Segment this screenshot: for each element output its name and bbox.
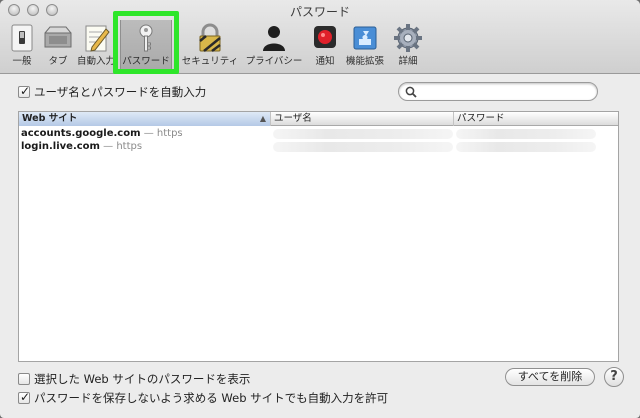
show-passwords-label: 選択した Web サイトのパスワードを表示 bbox=[34, 372, 251, 386]
remove-all-button[interactable]: すべてを削除 bbox=[505, 368, 595, 386]
puzzle-piece-icon bbox=[353, 26, 377, 50]
table-row[interactable]: accounts.google.com — https bbox=[19, 127, 618, 140]
person-silhouette-icon bbox=[263, 26, 285, 51]
website-cell: login.live.com — https bbox=[21, 141, 143, 152]
search-input[interactable] bbox=[419, 84, 589, 99]
allow-autofill-checkbox[interactable] bbox=[18, 390, 30, 404]
allow-autofill-label: パスワードを保存しないよう求める Web サイトでも自動入力を許可 bbox=[34, 391, 389, 405]
toolbar-label: パスワード bbox=[122, 56, 170, 67]
autofill-usernames-option[interactable]: ユーザ名とパスワードを自動入力 bbox=[18, 84, 206, 100]
toolbar-label: セキュリティ bbox=[181, 56, 239, 67]
record-dot-icon bbox=[314, 26, 336, 48]
password-cell-redacted bbox=[456, 129, 596, 139]
toolbar-label: 詳細 bbox=[398, 56, 418, 67]
allow-autofill-option[interactable]: パスワードを保存しないよう求める Web サイトでも自動入力を許可 bbox=[18, 390, 388, 406]
show-passwords-checkbox[interactable] bbox=[18, 373, 30, 385]
toolbar-item-passwords[interactable]: パスワード bbox=[120, 20, 172, 72]
key-icon bbox=[139, 24, 153, 52]
password-cell-redacted bbox=[456, 142, 596, 152]
padlock-icon bbox=[199, 23, 221, 52]
column-header-website[interactable]: Web サイト ▲ bbox=[19, 112, 271, 126]
autofill-usernames-label: ユーザ名とパスワードを自動入力 bbox=[34, 85, 207, 99]
pencil-form-icon bbox=[85, 25, 110, 52]
preferences-toolbar: 一般 タブ 自動入力 パスワード セキュリティ プライバシー 通知 機能拡張 詳… bbox=[0, 20, 640, 72]
column-header-username[interactable]: ユーザ名 bbox=[271, 112, 454, 126]
table-row[interactable]: login.live.com — https bbox=[19, 140, 618, 153]
gear-icon bbox=[394, 24, 422, 52]
search-field[interactable] bbox=[398, 82, 598, 101]
website-cell: accounts.google.com — https bbox=[21, 128, 183, 139]
passwords-table[interactable]: Web サイト ▲ ユーザ名 パスワード accounts.google.com… bbox=[18, 111, 619, 362]
show-passwords-option[interactable]: 選択した Web サイトのパスワードを表示 bbox=[18, 371, 250, 387]
table-header: Web サイト ▲ ユーザ名 パスワード bbox=[19, 112, 618, 126]
search-icon bbox=[405, 86, 417, 98]
autofill-usernames-checkbox[interactable] bbox=[18, 84, 30, 98]
username-cell-redacted bbox=[273, 129, 453, 139]
toolbar-item-security[interactable]: セキュリティ bbox=[182, 20, 238, 72]
title-toolbar: パスワード 一般 タブ 自動入力 パスワード セキュリティ プライバシー 通知 … bbox=[0, 0, 640, 74]
help-button[interactable]: ? bbox=[604, 367, 624, 387]
toolbar-item-advanced[interactable]: 詳細 bbox=[382, 20, 434, 72]
username-cell-redacted bbox=[273, 142, 453, 152]
sort-ascending-icon: ▲ bbox=[259, 114, 266, 123]
preferences-window: パスワード 一般 タブ 自動入力 パスワード セキュリティ プライバシー 通知 … bbox=[0, 0, 640, 418]
column-header-password[interactable]: パスワード bbox=[454, 112, 618, 126]
window-title: パスワード bbox=[289, 5, 350, 19]
